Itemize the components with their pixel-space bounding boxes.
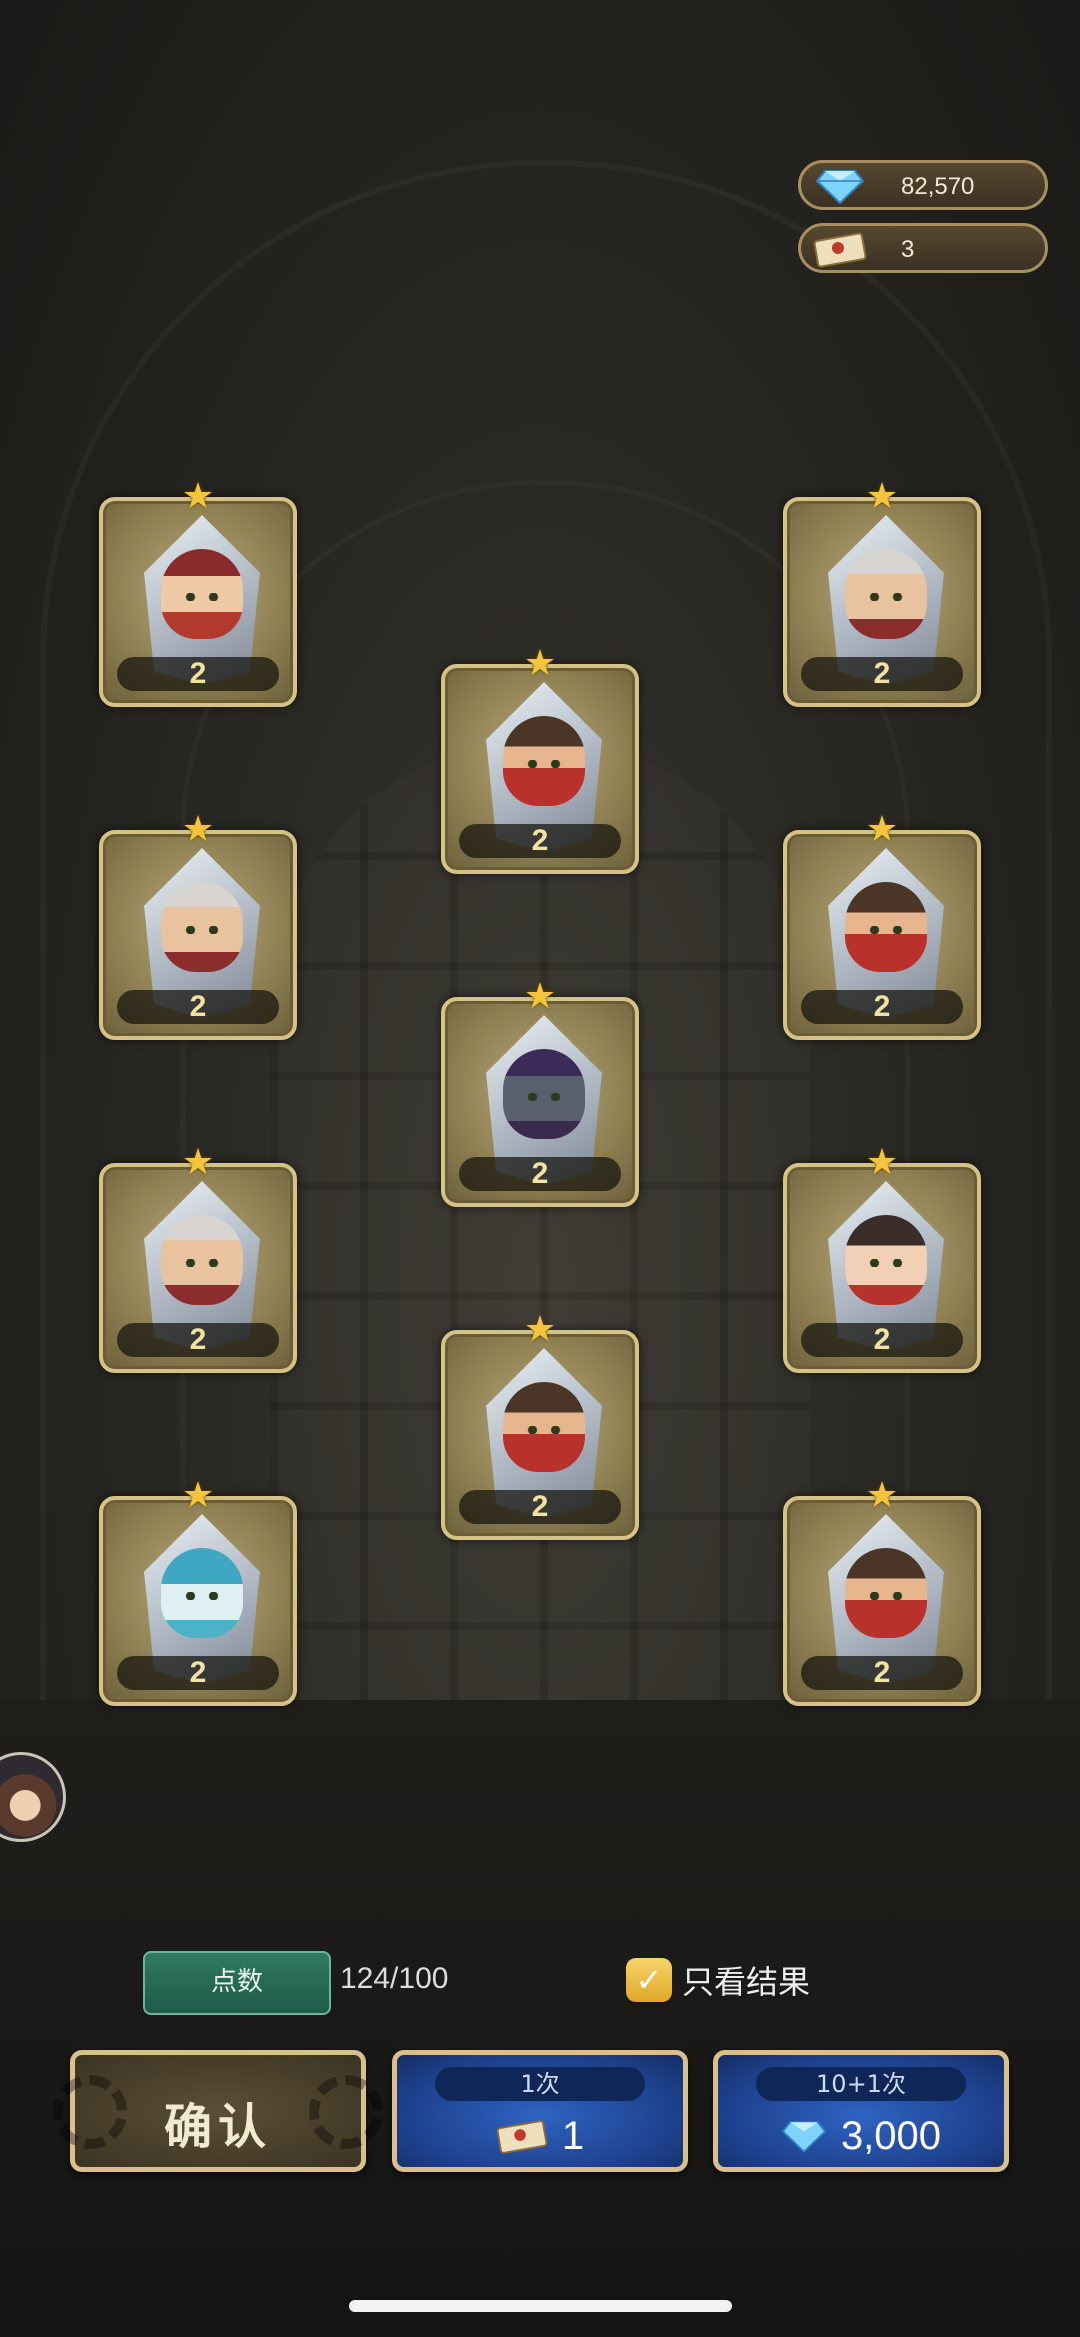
hero-portrait [161,1548,243,1638]
ticket-icon [811,230,869,268]
draw-once-cost: 1 [561,2113,585,2158]
star-icon: ★ [865,1475,899,1516]
hero-level: 2 [459,824,621,858]
draw-once-label: 1次 [435,2067,645,2101]
checkmark-icon[interactable]: ✓ [626,1958,672,2002]
hero-level: 2 [801,1323,963,1357]
home-indicator[interactable] [349,2300,732,2312]
gem-icon [811,167,869,205]
star-icon: ★ [523,643,557,684]
hero-level: 2 [117,1323,279,1357]
gem-counter: 82,570 [798,160,1048,210]
ticket-count: 3 [901,236,915,263]
hero-card[interactable]: ★ 2 [441,1312,639,1540]
hero-card[interactable]: ★ 2 [783,1478,981,1706]
hero-level: 2 [459,1490,621,1524]
draw-multi-label: 10+1次 [756,2067,966,2101]
hero-card[interactable]: ★ 2 [441,646,639,874]
gem-count: 82,570 [901,173,975,200]
star-icon: ★ [865,1142,899,1183]
hero-card[interactable]: ★ 2 [783,479,981,707]
star-icon: ★ [181,1142,215,1183]
draw-once-button[interactable]: 1次 1 [392,2050,688,2172]
hero-portrait [503,1382,585,1472]
hero-portrait [845,1548,927,1638]
points-label: 点数 [143,1951,331,2015]
results-only-label: 只看结果 [682,1963,811,2001]
hero-portrait [503,716,585,806]
hero-portrait [161,549,243,639]
hero-level: 2 [117,657,279,691]
results-only-toggle[interactable]: ✓ 只看结果 [626,1955,810,2005]
hero-portrait [845,882,927,972]
hero-level: 2 [459,1157,621,1191]
hero-portrait [845,549,927,639]
hero-level: 2 [801,1656,963,1690]
background-floor [0,1700,1080,2337]
confirm-label: 确认 [163,2099,272,2155]
ticket-icon [496,2117,548,2155]
background-window [270,740,810,1740]
hero-level: 2 [801,657,963,691]
draw-multi-button[interactable]: 10+1次 3,000 [713,2050,1009,2172]
star-icon: ★ [865,476,899,517]
hero-level: 2 [117,1656,279,1690]
hero-portrait [161,882,243,972]
hero-card[interactable]: ★ 2 [783,812,981,1040]
confirm-button[interactable]: 确认 [53,2050,383,2172]
draw-multi-cost: 3,000 [840,2113,942,2158]
hero-card[interactable]: ★ 2 [783,1145,981,1373]
star-icon: ★ [523,1309,557,1350]
hero-level: 2 [117,990,279,1024]
hero-card[interactable]: ★ 2 [99,479,297,707]
star-icon: ★ [865,809,899,850]
star-icon: ★ [523,976,557,1017]
hero-card[interactable]: ★ 2 [441,979,639,1207]
hero-card[interactable]: ★ 2 [99,1145,297,1373]
hero-level: 2 [801,990,963,1024]
hero-card[interactable]: ★ 2 [99,812,297,1040]
star-icon: ★ [181,809,215,850]
hero-card[interactable]: ★ 2 [99,1478,297,1706]
points-value: 124/100 [340,1962,449,1995]
ticket-counter: 3 [798,223,1048,273]
gem-icon [781,2118,827,2154]
star-icon: ★ [181,476,215,517]
hero-portrait [161,1215,243,1305]
hero-portrait [845,1215,927,1305]
hero-portrait [503,1049,585,1139]
star-icon: ★ [181,1475,215,1516]
